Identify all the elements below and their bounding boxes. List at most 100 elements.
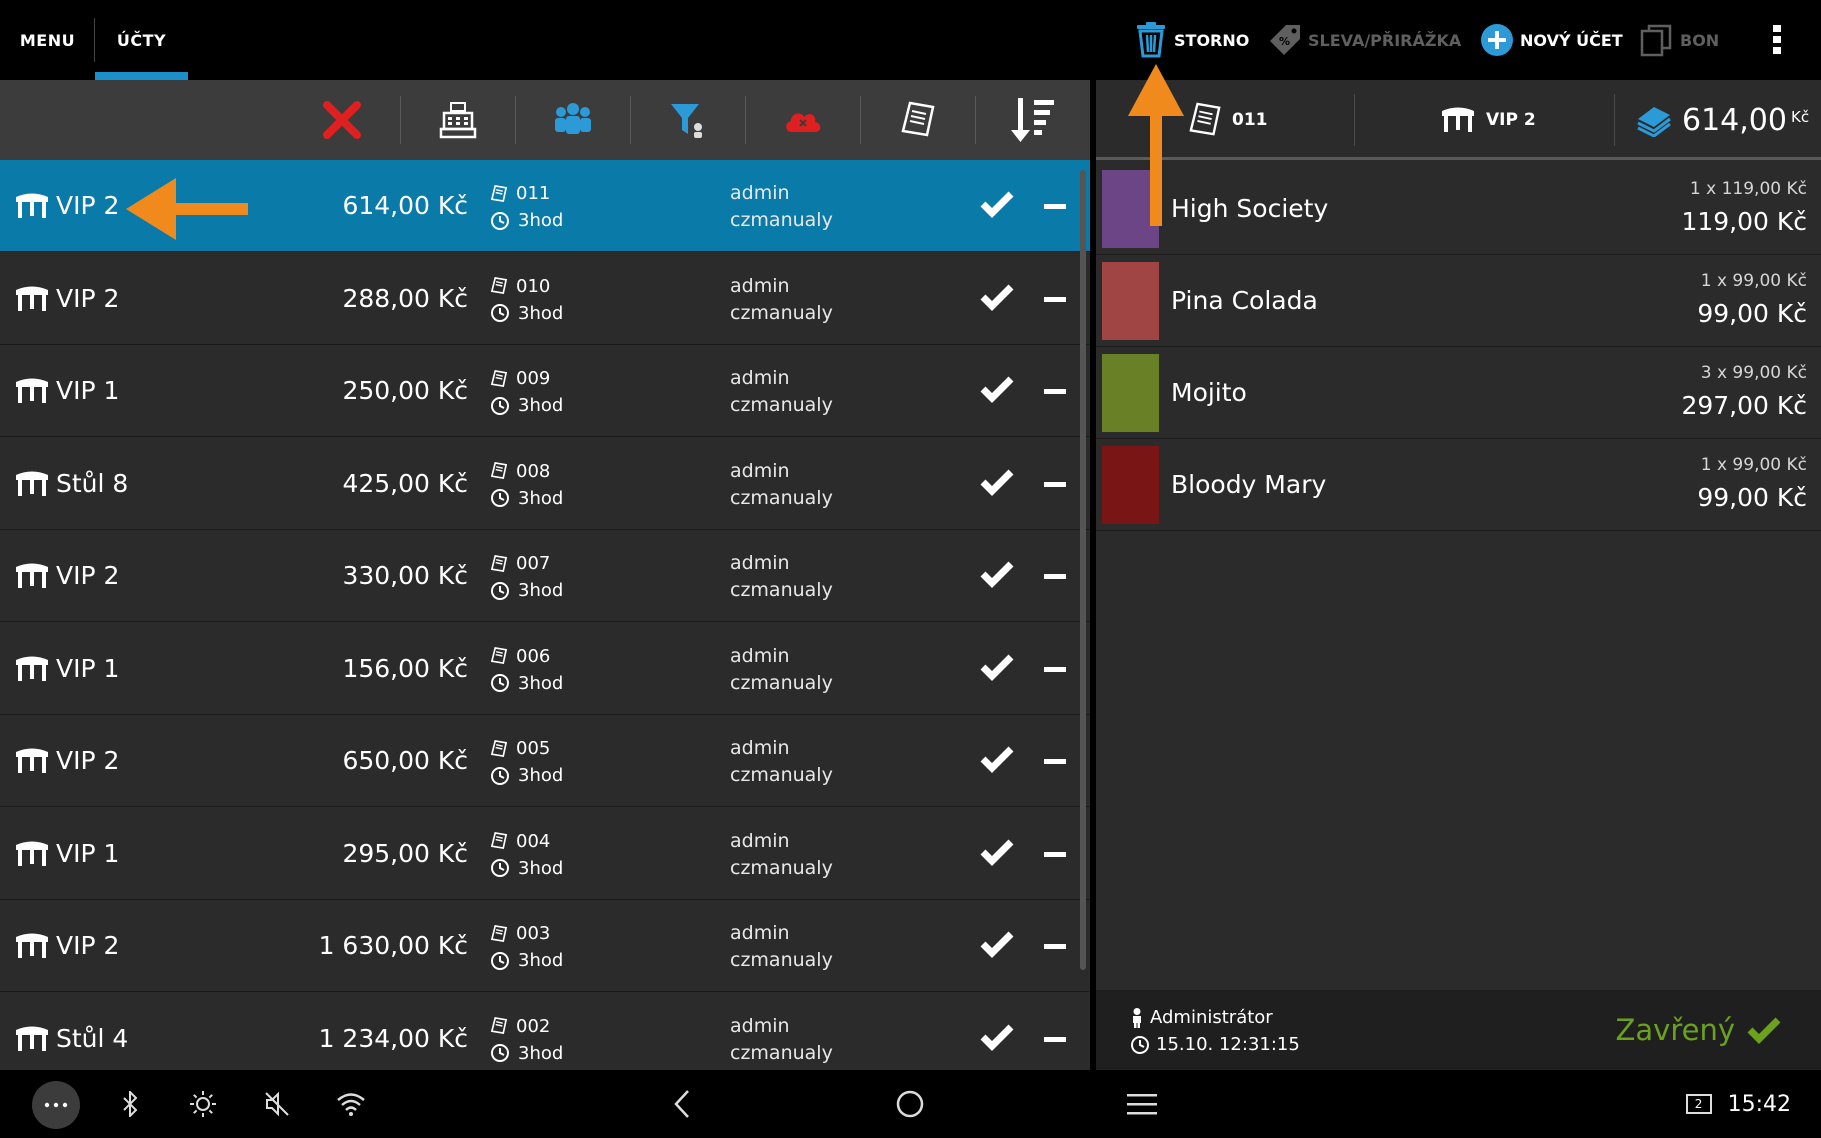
recent-apps-button[interactable]	[1122, 1070, 1162, 1138]
account-table: VIP 2	[56, 746, 120, 775]
account-table: VIP 2	[56, 191, 120, 220]
pay-account-button[interactable]	[980, 838, 1014, 870]
account-user-info: admin czmanualy	[730, 643, 833, 697]
account-age: 3hod	[518, 487, 564, 509]
person-icon	[1133, 1007, 1141, 1028]
remove-account-button[interactable]	[1044, 851, 1066, 857]
account-device: czmanualy	[730, 764, 833, 786]
close-icon	[323, 101, 361, 139]
account-device: czmanualy	[730, 301, 833, 324]
receipt-button[interactable]	[861, 80, 975, 160]
remove-account-button[interactable]	[1044, 204, 1066, 209]
price-tag-icon: %	[1270, 25, 1300, 55]
clock-history-icon	[491, 1044, 509, 1062]
item-quantity: 1 x 119,00 Kč	[1689, 179, 1807, 199]
mute-button[interactable]	[257, 1070, 297, 1138]
account-user-info: admin czmanualy	[730, 273, 833, 327]
accounts-scrollbar[interactable]	[1080, 170, 1086, 970]
bill-header: 011 VIP 2 614,00 Kč	[1096, 80, 1821, 160]
group-accounts-button[interactable]	[516, 80, 630, 160]
annotation-arrow-left	[126, 178, 248, 240]
receipt-icon	[490, 554, 508, 572]
remove-account-button[interactable]	[1044, 666, 1066, 672]
receipt-icon	[490, 832, 508, 850]
more-options-button[interactable]	[32, 1081, 80, 1129]
tab-menu[interactable]: MENU	[0, 0, 95, 80]
back-button[interactable]	[662, 1070, 702, 1138]
table-icon	[16, 193, 48, 218]
bluetooth-button[interactable]	[110, 1070, 150, 1138]
account-row[interactable]: VIP 1 156,00 Kč 006 3hod admin czmanualy	[0, 622, 1090, 715]
pay-account-button[interactable]	[980, 560, 1014, 592]
pay-account-button[interactable]	[980, 930, 1014, 962]
account-row[interactable]: VIP 2 1 630,00 Kč 003 3hod admin czmanualy	[0, 900, 1090, 992]
remove-account-button[interactable]	[1044, 389, 1066, 394]
pay-account-button[interactable]	[980, 375, 1014, 407]
notification-count-icon: 2	[1685, 1094, 1712, 1114]
account-row[interactable]: VIP 1 250,00 Kč 009 3hod admin czmanualy	[0, 345, 1090, 437]
pay-account-button[interactable]	[980, 468, 1014, 500]
account-row[interactable]: Stůl 8 425,00 Kč 008 3hod admin czmanualy	[0, 437, 1090, 530]
remove-account-button[interactable]	[1044, 944, 1066, 949]
pay-account-button[interactable]	[980, 745, 1014, 777]
account-age: 3hod	[518, 672, 564, 694]
sort-button[interactable]	[976, 80, 1090, 160]
table-icon-wrap	[14, 193, 50, 223]
checkmark-icon	[980, 469, 1014, 496]
brightness-button[interactable]	[183, 1070, 223, 1138]
table-icon-wrap	[14, 471, 50, 501]
cash-register-button[interactable]	[401, 80, 515, 160]
account-amount: 650,00 Kč	[342, 746, 468, 775]
discount-surcharge-button[interactable]: % SLEVA/PŘIRÁŽKA	[1268, 0, 1461, 80]
bill-item[interactable]: High Society 1 x 119,00 Kč 119,00 Kč	[1096, 163, 1821, 255]
account-device: czmanualy	[730, 209, 833, 231]
account-number: 009	[516, 368, 551, 389]
tab-accounts[interactable]: ÚČTY	[95, 0, 188, 80]
pay-account-button[interactable]	[980, 190, 1014, 222]
pay-account-button[interactable]	[980, 283, 1014, 315]
tab-menu-label: MENU	[19, 30, 76, 50]
remove-account-button[interactable]	[1044, 759, 1066, 764]
account-row[interactable]: VIP 2 288,00 Kč 010 3hod admin czmanualy	[0, 252, 1090, 345]
bill-item[interactable]: Pina Colada 1 x 99,00 Kč 99,00 Kč	[1096, 255, 1821, 347]
account-age: 3hod	[518, 210, 564, 231]
cloud-sync-button[interactable]	[746, 80, 860, 160]
bill-item[interactable]: Mojito 3 x 99,00 Kč 297,00 Kč	[1096, 347, 1821, 439]
account-meta: 007 3hod	[490, 550, 563, 604]
pay-account-button[interactable]	[980, 1023, 1014, 1055]
table-icon-wrap	[14, 933, 50, 963]
account-row[interactable]: VIP 2 330,00 Kč 007 3hod admin czmanualy	[0, 530, 1090, 622]
new-account-button[interactable]: NOVÝ ÚČET	[1480, 0, 1623, 80]
sort-icon	[1011, 98, 1054, 142]
remove-account-button[interactable]	[1044, 296, 1066, 302]
wifi-button[interactable]	[331, 1070, 371, 1138]
bon-button[interactable]: BON	[1640, 0, 1719, 80]
account-row[interactable]: VIP 2 650,00 Kč 005 3hod admin czmanualy	[0, 715, 1090, 807]
account-user-info: admin czmanualy	[730, 735, 833, 789]
account-user: admin	[730, 552, 790, 574]
account-user-info: admin czmanualy	[730, 180, 833, 234]
account-table: Stůl 4	[56, 1023, 129, 1053]
account-number: 003	[516, 923, 551, 944]
remove-account-button[interactable]	[1044, 574, 1066, 579]
remove-account-button[interactable]	[1044, 1036, 1066, 1042]
overflow-menu-button[interactable]	[1762, 0, 1792, 80]
bluetooth-icon	[123, 1091, 138, 1117]
remove-account-button[interactable]	[1044, 481, 1066, 487]
account-row[interactable]: VIP 1 295,00 Kč 004 3hod admin czmanualy	[0, 807, 1090, 900]
account-number: 005	[516, 738, 551, 759]
bill-item[interactable]: Bloody Mary 1 x 99,00 Kč 99,00 Kč	[1096, 439, 1821, 531]
account-amount: 156,00 Kč	[342, 653, 468, 683]
receipt-icon	[490, 462, 508, 480]
account-row[interactable]: Stůl 4 1 234,00 Kč 002 3hod admin czmanualy	[0, 992, 1090, 1070]
table-icon	[1442, 107, 1474, 132]
filter-button[interactable]	[631, 80, 745, 160]
clock-history-icon	[491, 396, 509, 415]
account-age: 3hod	[518, 580, 564, 601]
delete-account-button[interactable]	[285, 80, 399, 160]
account-device: czmanualy	[730, 486, 833, 509]
accounts-list[interactable]: VIP 2 614,00 Kč 011 3hod admin czmanualy VIP 2…	[0, 160, 1090, 1070]
table-icon	[16, 748, 48, 773]
pay-account-button[interactable]	[980, 653, 1014, 685]
home-button[interactable]	[890, 1070, 930, 1138]
